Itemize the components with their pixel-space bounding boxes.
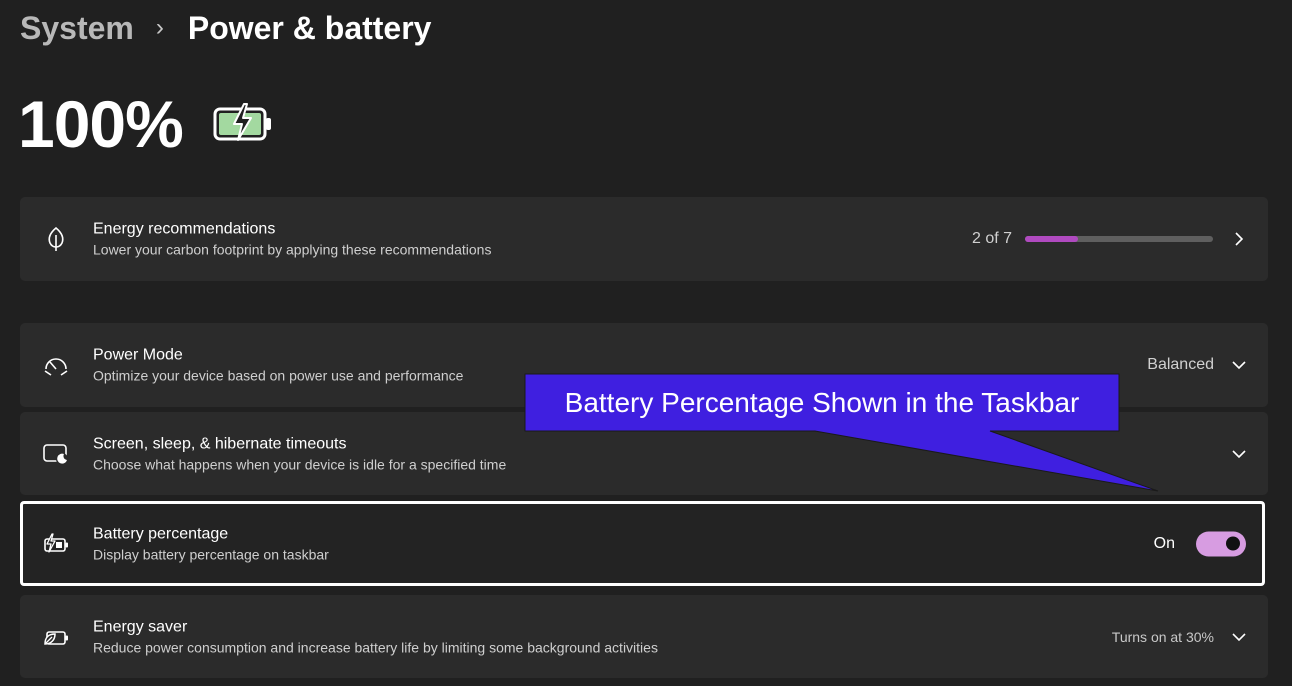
battery-percentage-toggle[interactable] (1196, 531, 1246, 556)
battery-charging-icon (213, 102, 273, 146)
battery-charging-icon (42, 530, 70, 558)
callout-text: Battery Percentage Shown in the Taskbar (564, 386, 1080, 418)
chevron-down-icon[interactable] (1232, 630, 1246, 644)
energy-saver-subtitle: Reduce power consumption and increase ba… (93, 639, 658, 655)
toggle-state-label: On (1153, 534, 1175, 552)
breadcrumb: System › Power & battery (20, 6, 431, 50)
battery-percent-value: 100% (18, 87, 184, 161)
energy-recommendations-card[interactable]: Energy recommendations Lower your carbon… (20, 197, 1268, 281)
energy-recommendations-subtitle: Lower your carbon footprint by applying … (93, 241, 492, 258)
recommendations-progress-bar (1025, 236, 1213, 242)
power-mode-dropdown[interactable]: Balanced (1147, 356, 1214, 374)
chevron-down-icon[interactable] (1232, 358, 1246, 372)
speedometer-icon (42, 351, 70, 379)
battery-percentage-subtitle: Display battery percentage on taskbar (93, 546, 329, 562)
leaf-icon (42, 225, 70, 253)
power-mode-title: Power Mode (93, 346, 183, 364)
power-mode-subtitle: Optimize your device based on power use … (93, 367, 464, 384)
chevron-down-icon[interactable] (1232, 447, 1246, 461)
energy-recommendations-title: Energy recommendations (93, 220, 276, 238)
battery-status: 100% (18, 84, 273, 164)
energy-saver-icon (42, 623, 70, 651)
toggle-knob (1226, 536, 1240, 551)
battery-percentage-card[interactable]: Battery percentage Display battery perce… (20, 501, 1265, 586)
screen-sleep-icon (42, 440, 70, 468)
energy-saver-card[interactable]: Energy saver Reduce power consumption an… (20, 595, 1268, 678)
chevron-right-icon (1232, 232, 1246, 246)
recommendations-count: 2 of 7 (971, 230, 1012, 247)
page-title: Power & battery (187, 9, 432, 46)
breadcrumb-separator: › (155, 14, 164, 41)
energy-saver-status: Turns on at 30% (1111, 628, 1214, 645)
recommendations-progress-fill (1025, 236, 1078, 242)
screen-sleep-subtitle: Choose what happens when your device is … (93, 456, 507, 472)
battery-percentage-title: Battery percentage (93, 525, 229, 542)
screen-sleep-title: Screen, sleep, & hibernate timeouts (93, 435, 347, 452)
breadcrumb-system[interactable]: System (20, 10, 134, 47)
energy-saver-title: Energy saver (93, 618, 188, 635)
